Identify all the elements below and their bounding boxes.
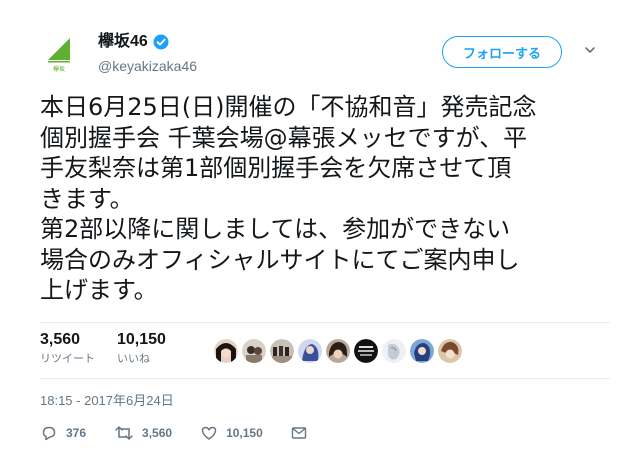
retweet-count[interactable]: 3,560 <box>40 330 95 350</box>
account-names: 欅坂46 @keyakizaka46 <box>98 32 197 75</box>
reply-count: 376 <box>66 426 87 440</box>
keyakizaka-logo-icon[interactable]: 欅坂 <box>40 30 84 74</box>
heart-icon <box>200 424 218 442</box>
verified-badge-icon <box>153 34 169 50</box>
tweet-stats: 3,560 リツイート 10,150 いいね <box>40 330 188 378</box>
tweet-line: 場合のみオフィシャルサイトにてご案内申し <box>40 245 520 274</box>
avatar[interactable] <box>242 339 266 363</box>
tweet-line: 上げます。 <box>40 276 158 304</box>
retweet-button[interactable]: 3,560 <box>114 424 172 442</box>
like-stat[interactable]: 10,150 いいね <box>117 330 166 366</box>
direct-message-button[interactable] <box>291 426 307 440</box>
reply-button[interactable]: 376 <box>40 424 86 442</box>
like-action-count: 10,150 <box>226 426 263 440</box>
retweet-icon <box>114 424 134 442</box>
tweet-line: 手友梨奈は第1部個別握手会を欠席させて頂 <box>40 154 512 182</box>
avatar[interactable] <box>214 339 238 363</box>
tweet-line: 本日6月25日(日)開催の「不協和音」発売記念 <box>40 93 537 121</box>
avatar[interactable] <box>326 339 350 363</box>
follow-button[interactable]: フォローする <box>442 36 562 68</box>
tweet-line: きます。 <box>40 184 134 213</box>
like-count[interactable]: 10,150 <box>117 330 166 350</box>
divider <box>40 378 610 379</box>
chevron-down-icon[interactable] <box>580 40 600 60</box>
tweet-line: 第2部以降に関しましては、参加ができない <box>40 215 511 243</box>
tweet-header: 欅坂 欅坂46 @keyakizaka46 フォローする <box>40 28 610 76</box>
avatar[interactable] <box>382 339 406 363</box>
avatar[interactable] <box>270 339 294 363</box>
avatar[interactable] <box>298 339 322 363</box>
retweet-label: リツイート <box>40 352 95 365</box>
tweet-text: 本日6月25日(日)開催の「不協和音」発売記念 個別握手会 千葉会場@幕張メッセ… <box>40 92 610 306</box>
tweet-actions: 376 3,560 10,150 <box>40 424 335 442</box>
account-handle[interactable]: @keyakizaka46 <box>98 57 197 75</box>
reply-icon <box>40 424 58 442</box>
retweet-stat[interactable]: 3,560 リツイート <box>40 330 95 366</box>
like-label: いいね <box>117 352 150 365</box>
avatar[interactable] <box>410 339 434 363</box>
divider <box>40 322 610 323</box>
display-name-row[interactable]: 欅坂46 <box>98 32 197 52</box>
like-button[interactable]: 10,150 <box>200 424 263 442</box>
logo-text: 欅坂 <box>53 65 65 73</box>
display-name[interactable]: 欅坂46 <box>98 32 148 52</box>
tweet-timestamp[interactable]: 18:15 - 2017年6月24日 <box>40 390 174 409</box>
retweet-action-count: 3,560 <box>142 426 173 440</box>
avatar[interactable] <box>438 339 462 363</box>
tweet-line: 個別握手会 千葉会場@幕張メッセですが、平 <box>40 123 528 152</box>
envelope-icon <box>291 426 307 440</box>
avatar[interactable] <box>354 339 378 363</box>
liker-avatars <box>214 339 462 363</box>
